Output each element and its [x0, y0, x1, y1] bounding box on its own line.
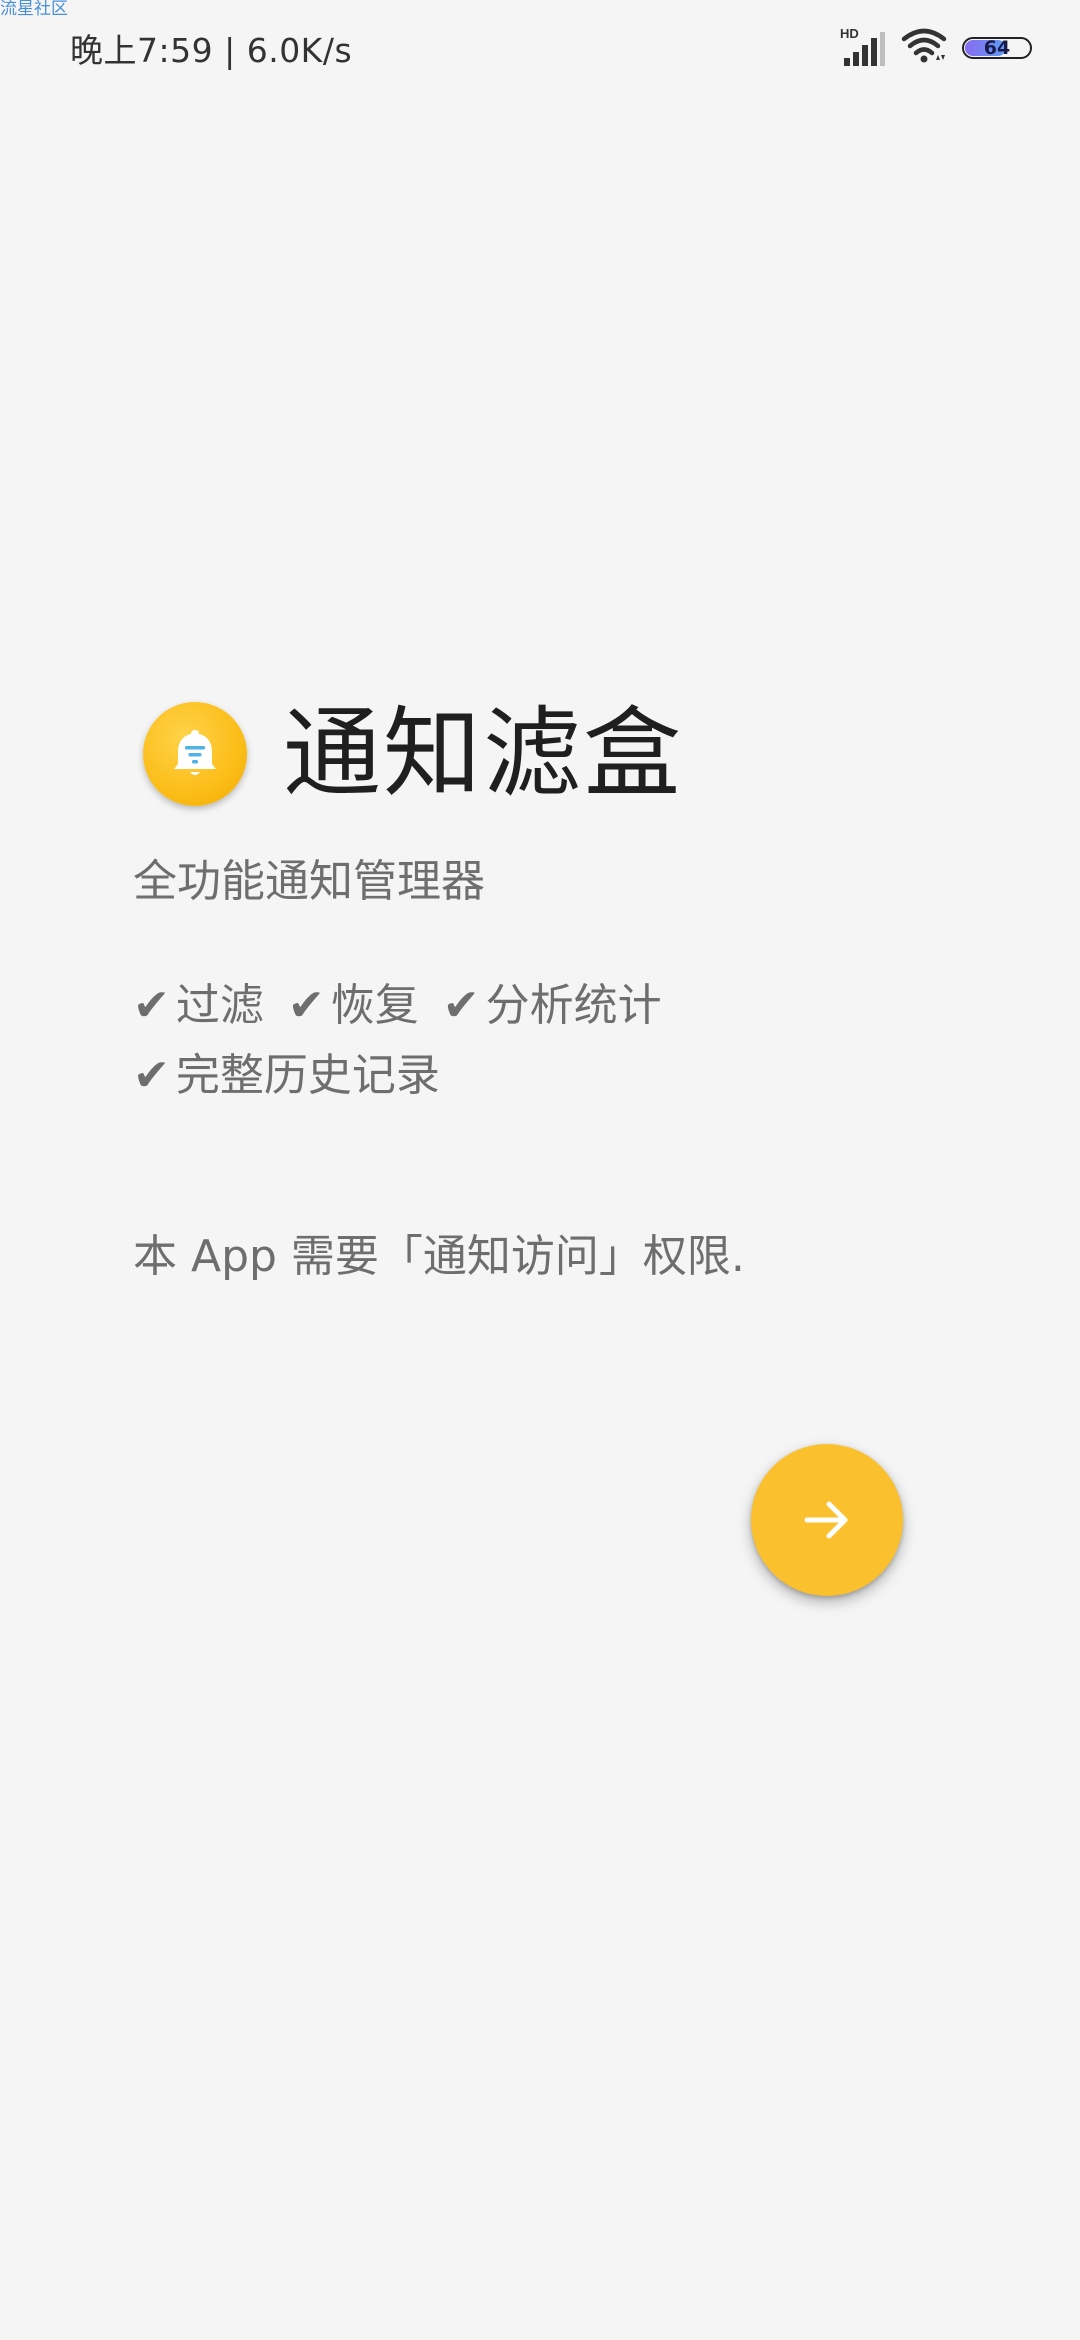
app-subtitle: 全功能通知管理器: [133, 856, 485, 907]
feature-line-1: ✔ 过滤 ✔ 恢复 ✔ 分析统计: [133, 971, 983, 1041]
feature-statistics: 分析统计: [485, 979, 662, 1031]
checkmark-icon: ✔: [287, 979, 325, 1031]
feature-list: ✔ 过滤 ✔ 恢复 ✔ 分析统计 ✔ 完整历史记录: [133, 971, 983, 1111]
battery-level: 64: [983, 37, 1011, 59]
feature-history: 完整历史记录: [175, 1049, 440, 1101]
status-bar: 晚上7:59 | 6.0K/s HD 64: [0, 0, 1080, 96]
onboarding-screen: 流星社区 晚上7:59 | 6.0K/s HD 64 通知滤盒 全功能通知管理器…: [0, 0, 1080, 2340]
status-time: 晚上7:59 | 6.0K/s: [70, 31, 353, 70]
feature-line-2: ✔ 完整历史记录: [133, 1041, 983, 1111]
app-title: 通知滤盒: [283, 697, 684, 811]
status-icons: HD 64: [840, 26, 1032, 70]
permission-notice: 本 App 需要「通知访问」权限.: [133, 1230, 745, 1282]
intro-content: 通知滤盒 全功能通知管理器 ✔ 过滤 ✔ 恢复 ✔ 分析统计 ✔ 完整历史记录 本 Ap…: [133, 702, 983, 1284]
checkmark-icon: ✔: [133, 1049, 170, 1101]
cellular-signal-icon: HD: [840, 26, 886, 68]
app-header: 通知滤盒: [133, 702, 983, 806]
checkmark-icon: ✔: [442, 979, 480, 1031]
feature-restore: 恢复: [330, 979, 419, 1031]
next-button[interactable]: [751, 1444, 903, 1596]
battery-indicator: 64: [962, 37, 1032, 59]
arrow-right-icon: [804, 1501, 848, 1539]
wifi-icon: [900, 26, 948, 70]
feature-filter: 过滤: [175, 979, 264, 1031]
bell-filter-icon: [143, 702, 247, 806]
checkmark-icon: ✔: [133, 979, 170, 1031]
